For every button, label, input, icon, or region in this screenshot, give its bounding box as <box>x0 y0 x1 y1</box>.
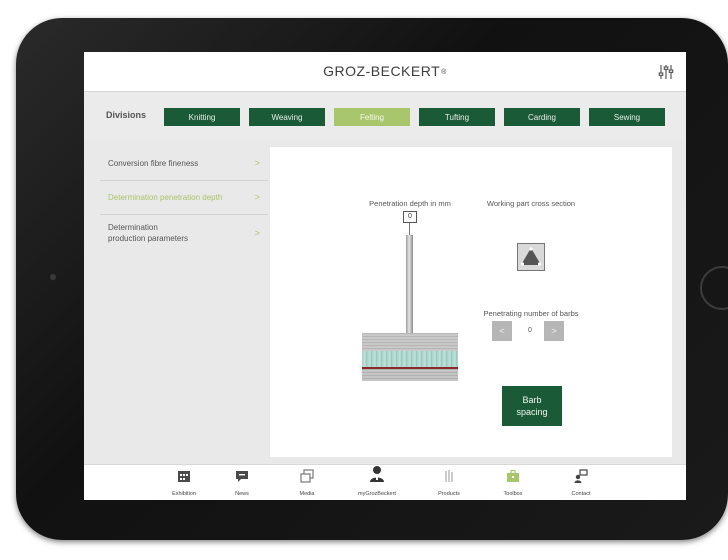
barbs-decrement-button[interactable]: < <box>492 321 512 341</box>
fabric-layers-illustration <box>362 333 458 381</box>
chat-bubble-icon <box>236 471 248 482</box>
penetration-depth-caption: Penetration depth in mm <box>369 199 451 208</box>
cross-section-caption: Working part cross section <box>486 199 576 208</box>
nav-label: Media <box>299 491 315 497</box>
chevron-right-icon: > <box>254 228 260 238</box>
nav-toolbox[interactable]: Toolbox <box>478 465 548 500</box>
nav-label: Toolbox <box>503 491 523 497</box>
menu-item-label: Conversion fibre fineness <box>108 159 199 168</box>
home-button[interactable] <box>700 266 728 310</box>
nav-label: Contact <box>571 491 591 497</box>
person-icon <box>370 466 384 482</box>
calendar-icon <box>178 471 190 482</box>
chevron-right-icon: > <box>254 158 260 168</box>
contact-icon <box>574 469 588 483</box>
camera-dot <box>50 274 56 280</box>
divisions-label: Divisions <box>106 110 147 120</box>
division-tab-carding[interactable]: Carding <box>504 108 580 126</box>
nav-label: Products <box>438 491 460 497</box>
menu-item-label: Determination penetration depth <box>108 193 223 202</box>
chevron-right-icon: > <box>254 192 260 202</box>
side-menu: Conversion fibre fineness > Determinatio… <box>100 147 268 262</box>
nav-label: myGrozBeckert <box>358 491 396 497</box>
needle-guide-line <box>409 223 410 235</box>
nav-products[interactable]: Products <box>414 465 484 500</box>
barbs-caption: Penetrating number of barbs <box>483 309 579 318</box>
barbs-increment-button[interactable]: > <box>544 321 564 341</box>
penetration-depth-panel: Penetration depth in mm 0 Working part c… <box>270 147 672 457</box>
triangle-cross-section-icon[interactable] <box>517 243 545 271</box>
division-tab-sewing[interactable]: Sewing <box>589 108 665 126</box>
fabric-top-layer <box>362 333 458 351</box>
fabric-bottom-layer <box>362 369 458 381</box>
barb-button-line2: spacing <box>516 407 548 417</box>
media-stack-icon <box>300 469 314 483</box>
settings-sliders-icon[interactable] <box>656 62 676 82</box>
menu-item-determination-production-parameters[interactable]: Determination production parameters > <box>100 215 268 261</box>
toolbox-icon <box>507 469 519 482</box>
divisions-bar: Divisions Knitting Weaving Felting Tufti… <box>84 92 686 140</box>
barbs-count-value: 0 <box>528 327 532 334</box>
triangle-icon <box>520 247 542 266</box>
logo-registered-mark: ® <box>441 68 447 76</box>
division-tab-tufting[interactable]: Tufting <box>419 108 495 126</box>
nav-mygrozbeckert[interactable]: myGrozBeckert <box>342 465 412 500</box>
nav-news[interactable]: News <box>207 465 277 500</box>
groz-beckert-logo: GROZ-BECKERT® <box>84 63 686 79</box>
menu-item-label-line2: production parameters <box>108 234 189 243</box>
fabric-fibre-layer <box>362 351 458 367</box>
barb-button-line1: Barb <box>522 395 542 405</box>
menu-item-conversion-fibre-fineness[interactable]: Conversion fibre fineness > <box>100 147 268 181</box>
division-tab-felting[interactable]: Felting <box>334 108 410 126</box>
division-tab-knitting[interactable]: Knitting <box>164 108 240 126</box>
app-header: GROZ-BECKERT® <box>84 52 686 92</box>
penetration-depth-value[interactable]: 0 <box>403 211 417 223</box>
barb-spacing-button[interactable]: Barb spacing <box>502 386 562 426</box>
app-screen: GROZ-BECKERT® Divisions Knitting Weaving… <box>84 52 686 500</box>
nav-label: News <box>235 491 249 497</box>
nav-media[interactable]: Media <box>272 465 342 500</box>
menu-item-label-line1: Determination <box>108 223 158 232</box>
logo-text: GROZ-BECKERT <box>323 63 441 79</box>
division-tab-weaving[interactable]: Weaving <box>249 108 325 126</box>
bottom-navigation: Exhibition News Media myGrozBeckert Prod… <box>84 464 686 500</box>
nav-contact[interactable]: Contact <box>546 465 616 500</box>
needles-icon <box>445 470 453 482</box>
menu-item-determination-penetration-depth[interactable]: Determination penetration depth > <box>100 181 268 215</box>
